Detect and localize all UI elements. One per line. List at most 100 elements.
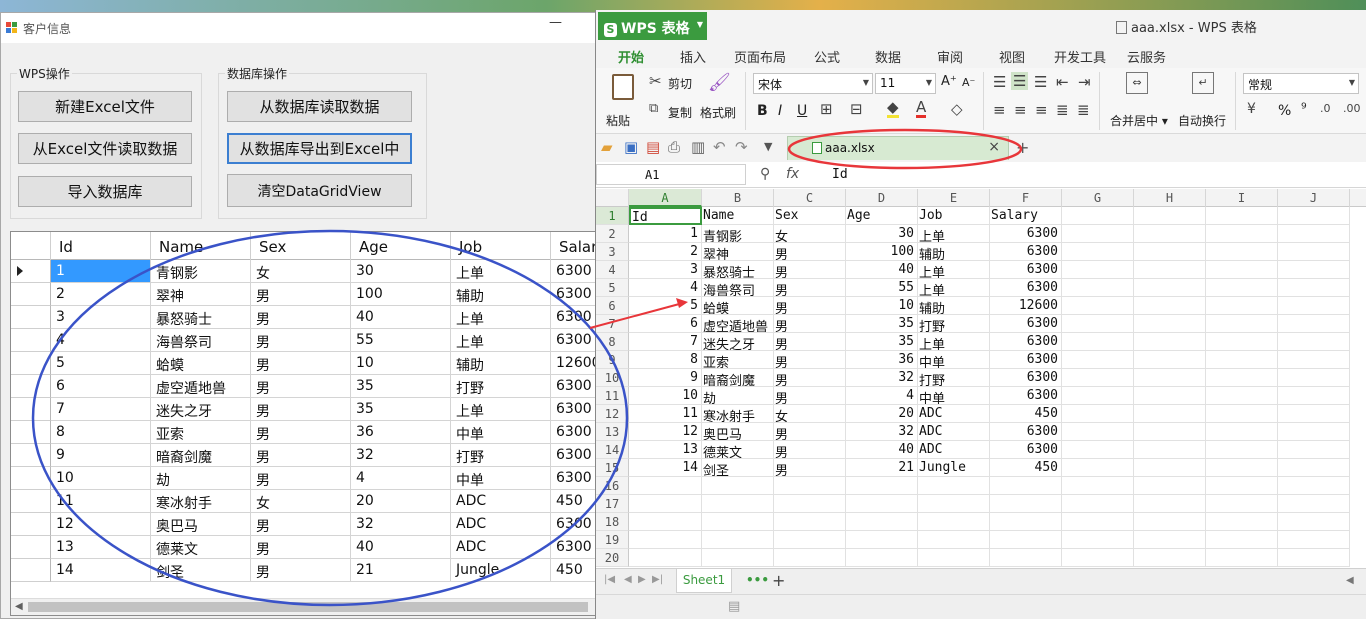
- grid-cell[interactable]: 虚空遁地兽: [151, 375, 251, 398]
- sheet-cell[interactable]: 12: [629, 423, 702, 441]
- sheet-cell[interactable]: 上单: [918, 261, 990, 279]
- row-header[interactable]: 16: [596, 477, 629, 495]
- row-header[interactable]: [11, 352, 51, 375]
- sheet-cell[interactable]: 辅助: [918, 297, 990, 315]
- grid-cell[interactable]: 寒冰射手: [151, 490, 251, 513]
- sheet-cell[interactable]: 35: [846, 333, 918, 351]
- row-header[interactable]: 18: [596, 513, 629, 531]
- file-tab-aaa[interactable]: aaa.xlsx ×: [787, 136, 1009, 160]
- column-header[interactable]: H: [1134, 189, 1206, 207]
- sheet-cell[interactable]: [1134, 477, 1206, 495]
- font-color-icon[interactable]: A: [916, 99, 927, 118]
- sheet-cell[interactable]: 6300: [990, 279, 1062, 297]
- grid-cell[interactable]: 剑圣: [151, 559, 251, 582]
- sheet-cell[interactable]: 11: [629, 405, 702, 423]
- grid-cell[interactable]: 海兽祭司: [151, 329, 251, 352]
- formula-input[interactable]: Id: [832, 167, 848, 182]
- sheet-cell[interactable]: [918, 513, 990, 531]
- sheet-cell[interactable]: Salary: [990, 207, 1062, 225]
- grid-cell[interactable]: 35: [351, 375, 451, 398]
- sheet-cell[interactable]: 男: [774, 261, 846, 279]
- sheet-cell[interactable]: [1278, 549, 1350, 567]
- grid-row[interactable]: 10 劫男 4 中单 6300: [11, 467, 605, 490]
- sheet-cell[interactable]: 5: [629, 297, 702, 315]
- grid-row[interactable]: 7 迷失之牙男 35 上单 6300: [11, 398, 605, 421]
- sheet-nav-first-icon[interactable]: |◀: [604, 574, 615, 585]
- ribbon-tab[interactable]: 页面布局: [734, 47, 786, 66]
- horizontal-scrollbar[interactable]: ◀: [11, 598, 605, 615]
- sheet-cell[interactable]: [1278, 495, 1350, 513]
- grid-column-header[interactable]: Id: [51, 232, 151, 260]
- sheet-cell[interactable]: [1062, 405, 1134, 423]
- import-db-button[interactable]: 导入数据库: [18, 176, 192, 207]
- sheet-cell[interactable]: [1134, 261, 1206, 279]
- row-header[interactable]: [11, 421, 51, 444]
- row-header[interactable]: [11, 283, 51, 306]
- grid-cell[interactable]: 上单: [451, 329, 551, 352]
- grid-cell[interactable]: 上单: [451, 306, 551, 329]
- row-header[interactable]: 8: [596, 333, 629, 351]
- sheet-cell[interactable]: 海兽祭司: [702, 279, 774, 297]
- sheet-cell[interactable]: [1134, 495, 1206, 513]
- close-icon[interactable]: ×: [988, 139, 1000, 155]
- align-left-icon[interactable]: ≡: [993, 101, 1006, 119]
- sheet-cell[interactable]: 35: [846, 315, 918, 333]
- sheet-cell[interactable]: [1206, 405, 1278, 423]
- grid-row[interactable]: 9 暗裔剑魔男 32 打野 6300: [11, 444, 605, 467]
- sheet-cell[interactable]: [1278, 405, 1350, 423]
- sheet-cell[interactable]: 450: [990, 405, 1062, 423]
- grow-font-button[interactable]: A⁺: [941, 74, 957, 89]
- percent-button[interactable]: %: [1278, 103, 1291, 119]
- grid-cell[interactable]: 32: [351, 444, 451, 467]
- grid-cell[interactable]: 男: [251, 421, 351, 444]
- new-tab-button[interactable]: +: [1016, 138, 1029, 157]
- grid-row[interactable]: 13 德莱文男 40 ADC 6300: [11, 536, 605, 559]
- sheet-cell[interactable]: [1206, 549, 1278, 567]
- sheet-cell[interactable]: ADC: [918, 441, 990, 459]
- export-pdf-icon[interactable]: ▤: [646, 138, 660, 156]
- grid-row[interactable]: 5 蛤蟆男 10 辅助 12600: [11, 352, 605, 375]
- sheet-cell[interactable]: Job: [918, 207, 990, 225]
- number-format-select[interactable]: 常规 ▼: [1243, 73, 1359, 94]
- indent-decrease-icon[interactable]: ⇤: [1056, 73, 1069, 91]
- sheet-cell[interactable]: 男: [774, 369, 846, 387]
- ribbon-tab[interactable]: 审阅: [937, 47, 963, 66]
- sheet-cell[interactable]: [846, 495, 918, 513]
- sheet-cell[interactable]: 6300: [990, 333, 1062, 351]
- sheet-cell[interactable]: [1278, 459, 1350, 477]
- sheet-nav-next-icon[interactable]: ▶: [638, 574, 646, 585]
- wrap-text-button[interactable]: 自动换行: [1178, 112, 1226, 129]
- sheet-cell[interactable]: 4: [846, 387, 918, 405]
- data-grid-view[interactable]: Id Name Sex Age Job Salary 1 青钢影女 30 上单 6300 2 翠神男 1…: [10, 231, 605, 616]
- sheet-cell[interactable]: 10: [846, 297, 918, 315]
- sheet-cell[interactable]: [774, 531, 846, 549]
- row-header[interactable]: 9: [596, 351, 629, 369]
- sheet-cell[interactable]: 6300: [990, 225, 1062, 243]
- grid-column-header[interactable]: Job: [451, 232, 551, 260]
- grid-cell[interactable]: 4: [51, 329, 151, 352]
- grid-cell[interactable]: ADC: [451, 513, 551, 536]
- sheet-cell[interactable]: ADC: [918, 405, 990, 423]
- sheet-cell[interactable]: 14: [629, 459, 702, 477]
- fill-color-icon[interactable]: ◆: [887, 100, 899, 118]
- paste-button[interactable]: 粘贴: [606, 112, 630, 129]
- sheet-cell[interactable]: [1062, 513, 1134, 531]
- row-header[interactable]: [11, 375, 51, 398]
- sheet-cell[interactable]: 450: [990, 459, 1062, 477]
- ribbon-tab[interactable]: 开始: [618, 47, 645, 70]
- decrease-decimal-icon[interactable]: .00: [1343, 102, 1361, 115]
- grid-cell[interactable]: 6: [51, 375, 151, 398]
- grid-cell[interactable]: 8: [51, 421, 151, 444]
- sheet-cell[interactable]: [629, 549, 702, 567]
- sheet-cell[interactable]: 迷失之牙: [702, 333, 774, 351]
- sheet-cell[interactable]: 德莱文: [702, 441, 774, 459]
- sheet-cell[interactable]: [1206, 387, 1278, 405]
- font-name-select[interactable]: 宋体 ▼: [753, 73, 873, 94]
- sheet-cell[interactable]: 上单: [918, 279, 990, 297]
- sheet-cell[interactable]: [990, 549, 1062, 567]
- row-header[interactable]: 2: [596, 225, 629, 243]
- grid-cell[interactable]: 男: [251, 444, 351, 467]
- grid-cell[interactable]: 男: [251, 329, 351, 352]
- grid-cell[interactable]: 亚索: [151, 421, 251, 444]
- sheet-cell[interactable]: 女: [774, 225, 846, 243]
